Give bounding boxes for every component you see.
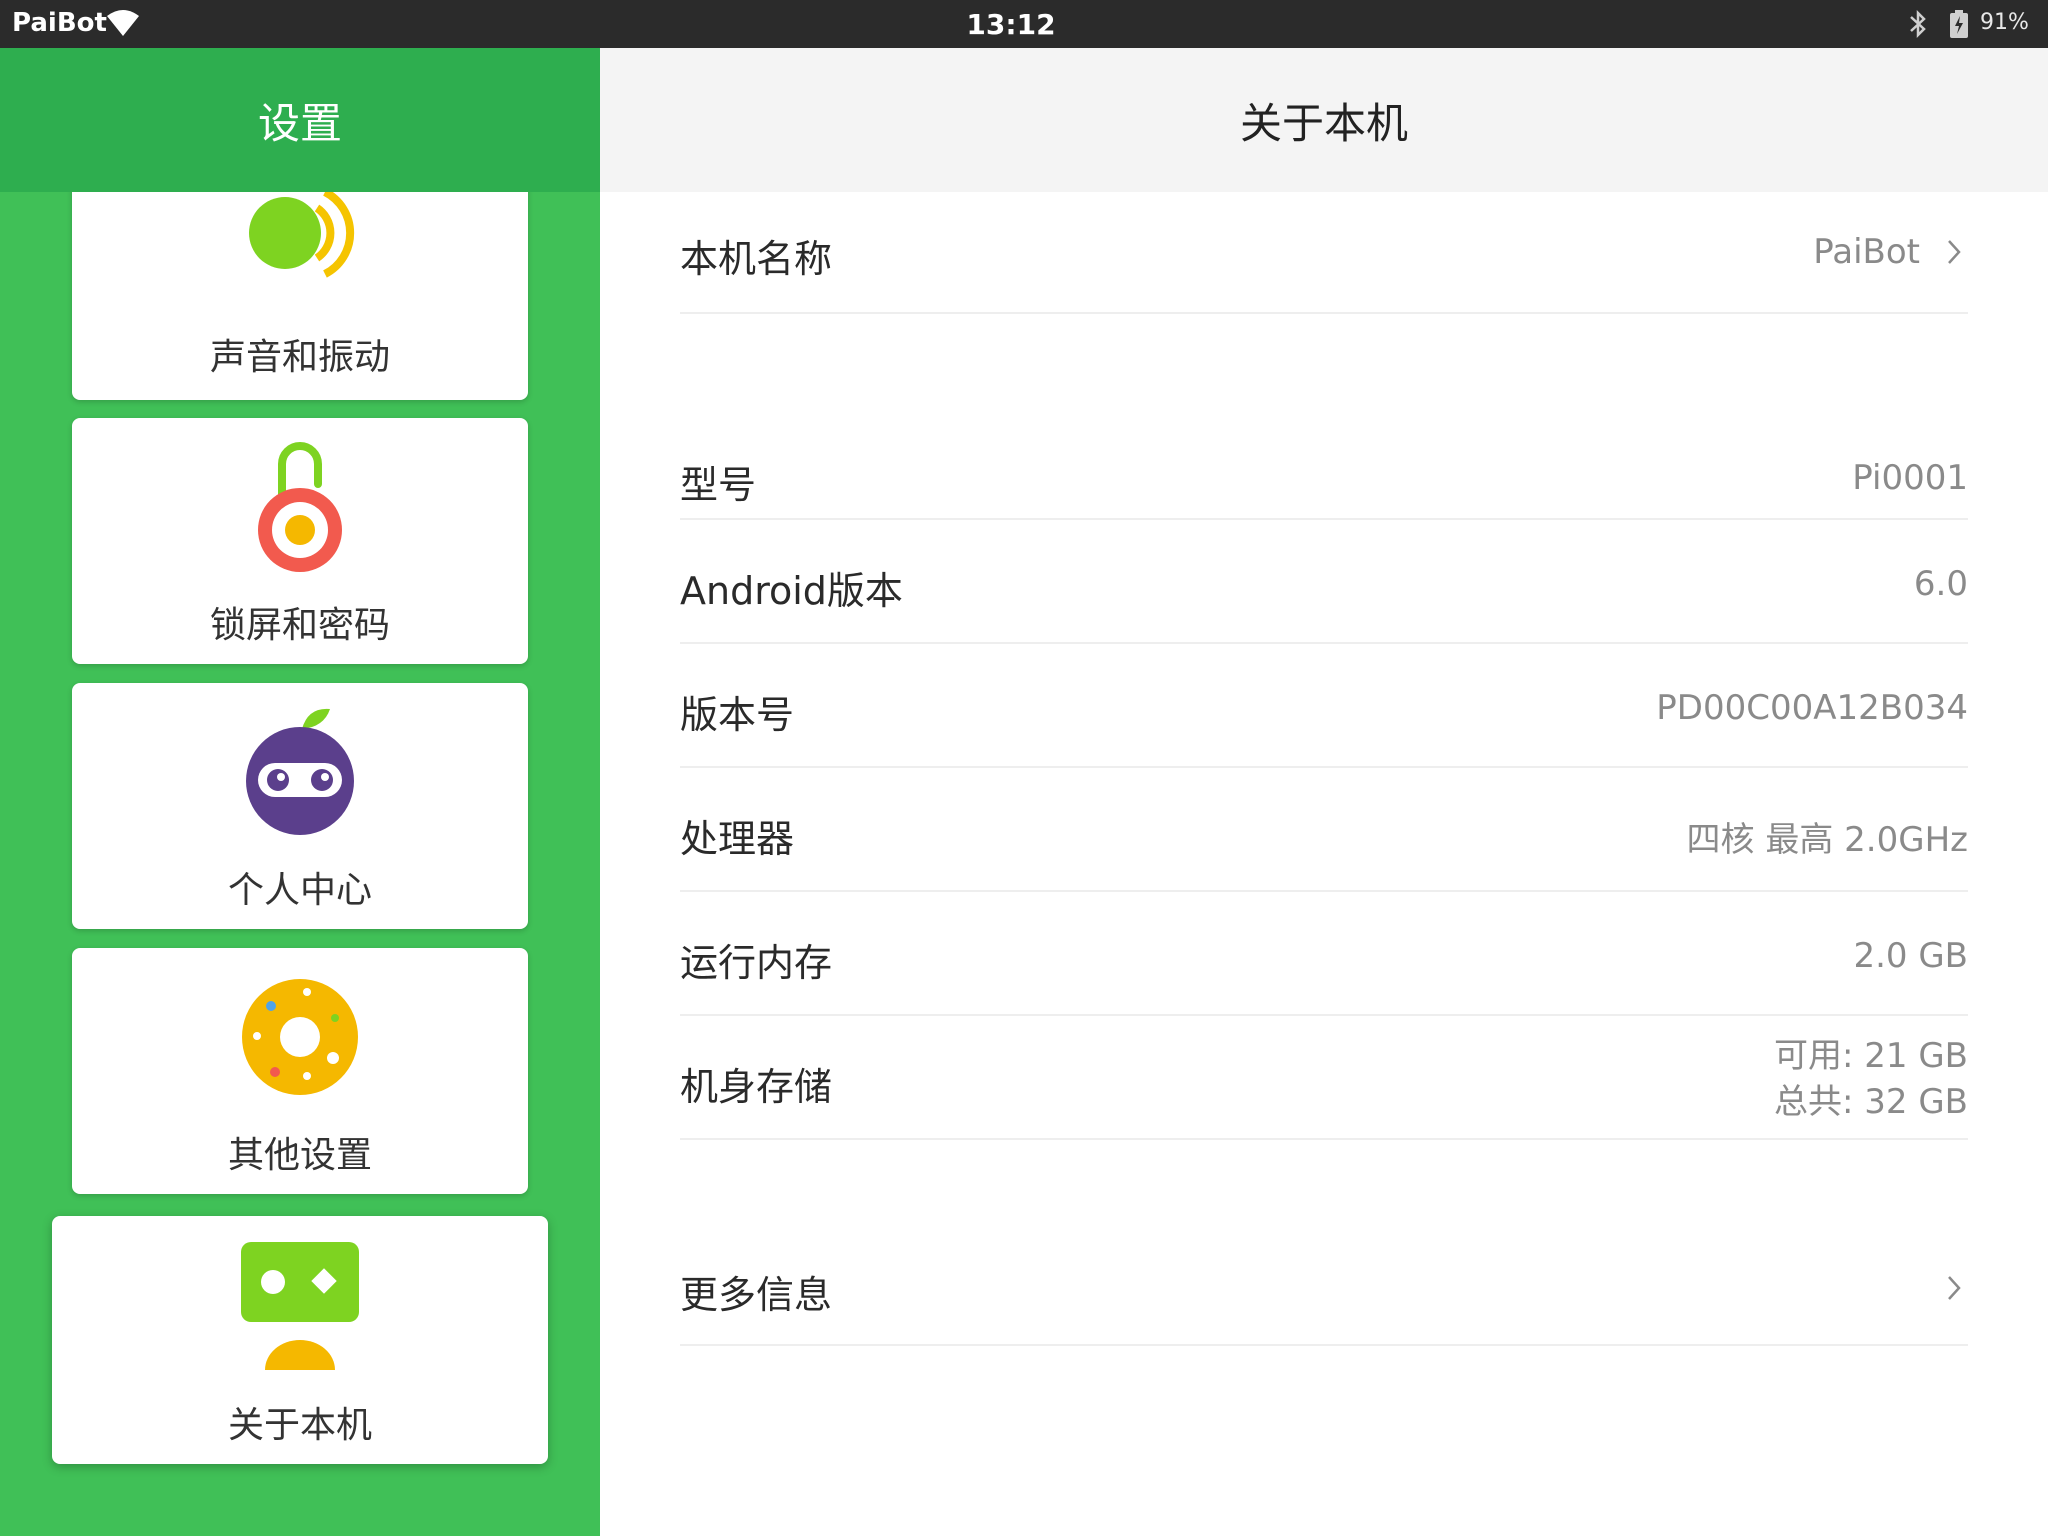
battery-icon: [1949, 10, 1969, 42]
row-label: 处理器: [680, 817, 795, 861]
page-title: 关于本机: [600, 48, 2048, 192]
storage-available: 可用: 21 GB: [1773, 1036, 1968, 1076]
sidebar-item-label: 声音和振动: [209, 337, 390, 378]
row-processor: 处理器 四核 最高 2.0GHz: [680, 768, 1968, 892]
bluetooth-icon: [1907, 9, 1929, 43]
sound-vibration-icon: [72, 178, 528, 288]
sidebar-title: 设置: [0, 48, 600, 192]
settings-sidebar: 设置 声音和振动 锁屏和密码 个人中心 其他设置 关于本机: [0, 48, 600, 1536]
row-label: 机身存储: [680, 1065, 833, 1109]
row-label: Android版本: [680, 569, 903, 613]
row-more-info[interactable]: 更多信息: [680, 1248, 1968, 1346]
sidebar-item-lock[interactable]: 锁屏和密码: [72, 418, 528, 664]
row-model: 型号 Pi0001: [680, 448, 1968, 520]
row-value: 2.0 GB: [1853, 936, 1968, 976]
about-device-panel: 关于本机 本机名称 PaiBot 型号 Pi0001 Android版本 6.0…: [600, 48, 2048, 1536]
sidebar-item-label: 其他设置: [227, 1135, 372, 1176]
sidebar-item-sound[interactable]: 声音和振动: [72, 168, 528, 400]
storage-total: 总共: 32 GB: [1773, 1082, 1968, 1122]
lock-icon: [72, 438, 528, 578]
row-storage: 机身存储 可用: 21 GB 总共: 32 GB: [680, 1016, 1968, 1140]
row-label: 更多信息: [680, 1273, 833, 1317]
profile-ninja-icon: [72, 701, 528, 841]
sidebar-item-other[interactable]: 其他设置: [72, 948, 528, 1194]
row-value: PD00C00A12B034: [1656, 688, 1968, 728]
battery-percent: 91%: [1980, 10, 2029, 35]
donut-icon: [72, 972, 528, 1102]
row-value: PaiBot: [1813, 232, 1920, 272]
row-device-name[interactable]: 本机名称 PaiBot: [680, 192, 1968, 314]
row-label: 版本号: [680, 693, 795, 737]
row-android-version: Android版本 6.0: [680, 520, 1968, 644]
row-label: 本机名称: [680, 237, 833, 281]
row-value: 6.0: [1913, 564, 1968, 604]
sidebar-item-about[interactable]: 关于本机: [52, 1216, 548, 1464]
row-ram: 运行内存 2.0 GB: [680, 892, 1968, 1016]
status-bar: PaiBot 13:12 91%: [0, 0, 2048, 48]
status-clock: 13:12: [966, 8, 1056, 41]
row-value: 四核 最高 2.0GHz: [1686, 820, 1968, 860]
sidebar-item-label: 关于本机: [227, 1405, 372, 1446]
chevron-right-icon: [1946, 1274, 1962, 1306]
sidebar-item-label: 锁屏和密码: [209, 605, 390, 646]
chevron-right-icon: [1946, 238, 1962, 270]
sidebar-item-profile[interactable]: 个人中心: [72, 683, 528, 929]
row-label: 型号: [680, 463, 757, 507]
sidebar-item-label: 个人中心: [227, 870, 372, 911]
robot-icon: [52, 1242, 548, 1372]
row-label: 运行内存: [680, 941, 833, 985]
row-build-number: 版本号 PD00C00A12B034: [680, 644, 1968, 768]
row-value: Pi0001: [1852, 458, 1968, 498]
